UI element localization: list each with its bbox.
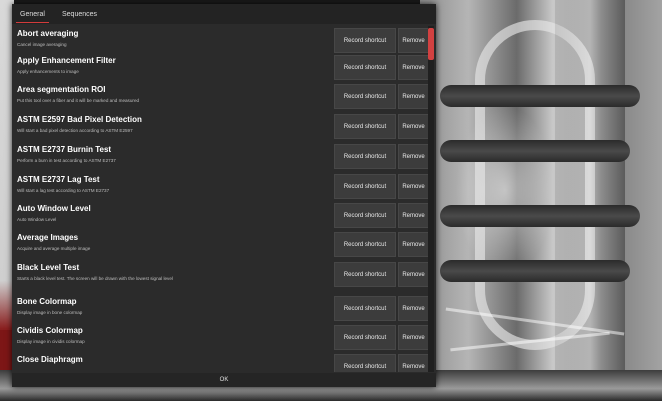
shortcut-row: ASTM E2737 Lag Test Will start a lag test… <box>12 172 429 200</box>
shortcut-title: ASTM E2737 Burnin Test <box>17 145 112 154</box>
record-shortcut-button[interactable]: Record shortcut <box>334 232 396 257</box>
shortcut-title: Cividis Colormap <box>17 326 83 335</box>
shortcut-title: Auto Window Level <box>17 204 91 213</box>
remove-shortcut-button[interactable]: Remove <box>398 28 429 53</box>
remove-shortcut-button[interactable]: Remove <box>398 325 429 350</box>
shortcut-description: Starts a black level test. The screen wi… <box>17 276 173 281</box>
remove-shortcut-button[interactable]: Remove <box>398 114 429 139</box>
remove-shortcut-button[interactable]: Remove <box>398 262 429 287</box>
record-shortcut-button[interactable]: Record shortcut <box>334 55 396 80</box>
remove-shortcut-button[interactable]: Remove <box>398 144 429 169</box>
shortcut-title: ASTM E2737 Lag Test <box>17 175 100 184</box>
xray-bar-shape <box>440 260 630 282</box>
shortcut-row: Cividis Colormap Display image in cividis… <box>12 323 429 351</box>
shortcut-row: Auto Window Level Auto Window Level Record… <box>12 201 429 229</box>
remove-shortcut-button[interactable]: Remove <box>398 296 429 321</box>
xray-bar-shape <box>440 140 630 162</box>
shortcut-description: Display image in bone colormap <box>17 310 83 315</box>
tab-sequences[interactable]: Sequences <box>58 8 101 22</box>
shortcut-description: Will start a bad pixel detection accordi… <box>17 128 133 133</box>
shortcut-description: Acquire and average multiple image <box>17 246 91 251</box>
remove-shortcut-button[interactable]: Remove <box>398 84 429 109</box>
shortcut-row: Apply Enhancement Filter Apply enhancemen… <box>12 53 429 81</box>
tab-bar: General Sequences <box>12 4 436 24</box>
shortcut-title: Area segmentation ROI <box>17 85 106 94</box>
shortcut-title: Close Diaphragm <box>17 355 83 364</box>
shortcut-row: ASTM E2597 Bad Pixel Detection Will start… <box>12 112 429 140</box>
remove-shortcut-button[interactable]: Remove <box>398 174 429 199</box>
shortcut-list: Abort averaging Cancel image averaging Rec… <box>12 26 436 372</box>
record-shortcut-button[interactable]: Record shortcut <box>334 114 396 139</box>
record-shortcut-button[interactable]: Record shortcut <box>334 84 396 109</box>
shortcut-title: ASTM E2597 Bad Pixel Detection <box>17 115 142 124</box>
shortcut-row: Average Images Acquire and average multip… <box>12 230 429 258</box>
shortcut-row: Area segmentation ROI Put this tool over … <box>12 82 429 110</box>
record-shortcut-button[interactable]: Record shortcut <box>334 296 396 321</box>
shortcut-settings-dialog: General Sequences Abort averaging Cancel … <box>12 4 436 387</box>
tab-general[interactable]: General <box>16 8 49 23</box>
shortcut-title: Apply Enhancement Filter <box>17 56 116 65</box>
dialog-footer: OK <box>12 373 436 387</box>
record-shortcut-button[interactable]: Record shortcut <box>334 325 396 350</box>
record-shortcut-button[interactable]: Record shortcut <box>334 262 396 287</box>
shortcut-row: Bone Colormap Display image in bone color… <box>12 294 429 322</box>
remove-shortcut-button[interactable]: Remove <box>398 55 429 80</box>
xray-bar-shape <box>440 205 640 227</box>
record-shortcut-button[interactable]: Record shortcut <box>334 144 396 169</box>
shortcut-description: Display image in cividis colormap <box>17 339 85 344</box>
shortcut-description: Apply enhancements to image <box>17 69 79 74</box>
remove-shortcut-button[interactable]: Remove <box>398 203 429 228</box>
xray-bar-shape <box>440 85 640 107</box>
shortcut-row: Close Diaphragm Record shortcut Remove <box>12 352 429 372</box>
shortcut-description: Perform a burn in test according to ASTM… <box>17 158 116 163</box>
shortcut-description: Will start a lag test according to ASTM … <box>17 188 110 193</box>
record-shortcut-button[interactable]: Record shortcut <box>334 28 396 53</box>
shortcut-row: Abort averaging Cancel image averaging Rec… <box>12 26 429 54</box>
record-shortcut-button[interactable]: Record shortcut <box>334 354 396 372</box>
shortcut-title: Black Level Test <box>17 263 80 272</box>
list-scrollbar[interactable] <box>428 26 434 372</box>
shortcut-row: Black Level Test Starts a black level tes… <box>12 260 429 288</box>
xray-rim-shape <box>555 0 625 401</box>
shortcut-description: Auto Window Level <box>17 217 57 222</box>
shortcut-title: Average Images <box>17 233 79 242</box>
shortcut-description: Cancel image averaging <box>17 42 67 47</box>
record-shortcut-button[interactable]: Record shortcut <box>334 174 396 199</box>
remove-shortcut-button[interactable]: Remove <box>398 354 429 372</box>
shortcut-row: ASTM E2737 Burnin Test Perform a burn in … <box>12 142 429 170</box>
record-shortcut-button[interactable]: Record shortcut <box>334 203 396 228</box>
ok-button[interactable]: OK <box>212 375 236 385</box>
shortcut-title: Bone Colormap <box>17 297 77 306</box>
shortcut-description: Put this tool over a fiber and it will b… <box>17 98 140 103</box>
remove-shortcut-button[interactable]: Remove <box>398 232 429 257</box>
scrollbar-thumb[interactable] <box>428 28 434 60</box>
shortcut-title: Abort averaging <box>17 29 79 38</box>
